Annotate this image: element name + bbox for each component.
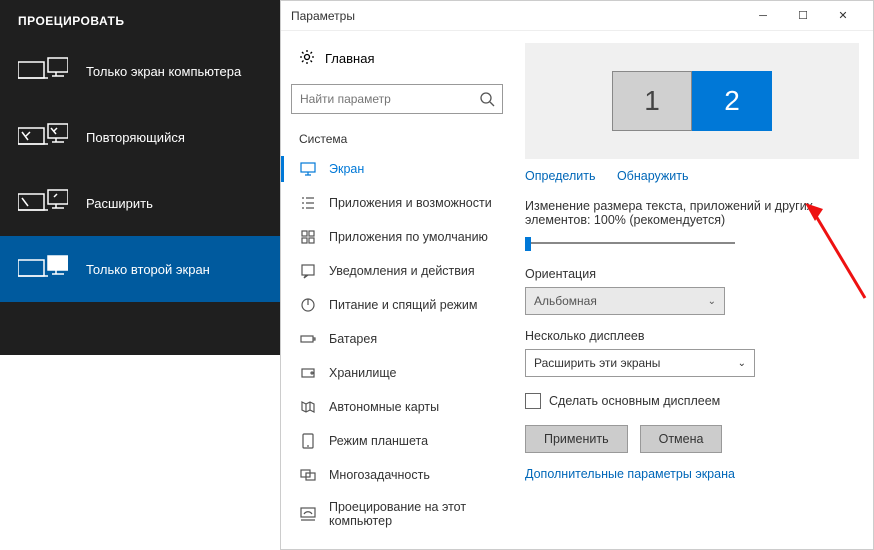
make-main-label: Сделать основным дисплеем (549, 394, 720, 408)
apply-button[interactable]: Применить (525, 425, 628, 453)
slider-thumb[interactable] (525, 237, 531, 251)
nav-item-label: Хранилище (329, 366, 397, 380)
pc-only-icon (18, 56, 68, 86)
monitor-1[interactable]: 1 (612, 71, 692, 131)
nav-item-apps[interactable]: Приложения и возможности (291, 186, 511, 220)
project-item-duplicate[interactable]: Повторяющийся (0, 104, 280, 170)
scale-label: Изменение размера текста, приложений и д… (525, 199, 859, 227)
battery-icon (299, 330, 317, 348)
multitask-icon (299, 466, 317, 484)
list-icon (299, 194, 317, 212)
chevron-down-icon: ⌄ (738, 358, 746, 369)
project-item-pc-only[interactable]: Только экран компьютера (0, 38, 280, 104)
make-main-checkbox[interactable] (525, 393, 541, 409)
nav-group-label: Система (291, 122, 511, 152)
project-item-label: Расширить (86, 196, 153, 211)
search-row (291, 84, 503, 114)
nav-item-label: Автономные карты (329, 400, 439, 414)
nav-home-label: Главная (325, 51, 374, 66)
advanced-display-link[interactable]: Дополнительные параметры экрана (525, 467, 859, 481)
project-item-second-only[interactable]: Только второй экран (0, 236, 280, 302)
tablet-icon (299, 432, 317, 450)
nav-item-label: Проецирование на этот компьютер (329, 500, 503, 528)
scale-slider[interactable] (525, 233, 735, 253)
multi-display-dropdown[interactable]: Расширить эти экраны ⌄ (525, 349, 755, 377)
maps-icon (299, 398, 317, 416)
project-item-extend[interactable]: Расширить (0, 170, 280, 236)
nav-item-label: Приложения по умолчанию (329, 230, 488, 244)
nav-item-power[interactable]: Питание и спящий режим (291, 288, 511, 322)
nav-item-label: Уведомления и действия (329, 264, 475, 278)
gear-icon (299, 49, 315, 68)
settings-window: Параметры ─ ☐ ✕ Главная (280, 0, 874, 550)
search-icon (479, 91, 495, 107)
nav-item-label: Режим планшета (329, 434, 428, 448)
nav-item-projecting[interactable]: Проецирование на этот компьютер (291, 492, 511, 536)
monitor-arrangement[interactable]: 1 2 (525, 43, 859, 159)
monitor-icon (299, 160, 317, 178)
cancel-button[interactable]: Отмена (640, 425, 723, 453)
extend-icon (18, 188, 68, 218)
orientation-label: Ориентация (525, 267, 859, 281)
orientation-value: Альбомная (534, 294, 597, 308)
detect-link[interactable]: Обнаружить (617, 169, 689, 183)
project-item-label: Только второй экран (86, 262, 210, 277)
nav-item-maps[interactable]: Автономные карты (291, 390, 511, 424)
project-item-label: Только экран компьютера (86, 64, 241, 79)
identify-link[interactable]: Определить (525, 169, 595, 183)
nav-item-display[interactable]: Экран (291, 152, 511, 186)
close-button[interactable]: ✕ (823, 1, 863, 31)
duplicate-icon (18, 122, 68, 152)
grid-icon (299, 228, 317, 246)
nav-item-tablet[interactable]: Режим планшета (291, 424, 511, 458)
settings-sidebar: Главная Система Экран Приложения и возмо… (281, 31, 511, 549)
nav-item-label: Многозадачность (329, 468, 430, 482)
monitor-2[interactable]: 2 (692, 71, 772, 131)
multi-display-value: Расширить эти экраны (534, 356, 660, 370)
minimize-button[interactable]: ─ (743, 1, 783, 31)
nav-item-label: Экран (329, 162, 364, 176)
display-settings-content: 1 2 Определить Обнаружить Изменение разм… (511, 31, 873, 549)
nav-item-label: Питание и спящий режим (329, 298, 477, 312)
search-input[interactable] (291, 84, 503, 114)
nav-item-label: Приложения и возможности (329, 196, 492, 210)
nav-item-battery[interactable]: Батарея (291, 322, 511, 356)
storage-icon (299, 364, 317, 382)
titlebar: Параметры ─ ☐ ✕ (281, 1, 873, 31)
nav-item-label: Батарея (329, 332, 377, 346)
power-icon (299, 296, 317, 314)
nav-item-multitask[interactable]: Многозадачность (291, 458, 511, 492)
multi-display-label: Несколько дисплеев (525, 329, 859, 343)
second-only-icon (18, 254, 68, 284)
project-title: ПРОЕЦИРОВАТЬ (0, 0, 280, 38)
orientation-dropdown[interactable]: Альбомная ⌄ (525, 287, 725, 315)
chevron-down-icon: ⌄ (708, 296, 716, 307)
notifications-icon (299, 262, 317, 280)
project-flyout: ПРОЕЦИРОВАТЬ Только экран компьютера Пов… (0, 0, 280, 355)
nav-item-notifications[interactable]: Уведомления и действия (291, 254, 511, 288)
nav-home[interactable]: Главная (291, 41, 511, 76)
projecting-icon (299, 505, 317, 523)
window-title: Параметры (291, 9, 743, 23)
maximize-button[interactable]: ☐ (783, 1, 823, 31)
nav-item-storage[interactable]: Хранилище (291, 356, 511, 390)
nav-item-default-apps[interactable]: Приложения по умолчанию (291, 220, 511, 254)
project-item-label: Повторяющийся (86, 130, 185, 145)
